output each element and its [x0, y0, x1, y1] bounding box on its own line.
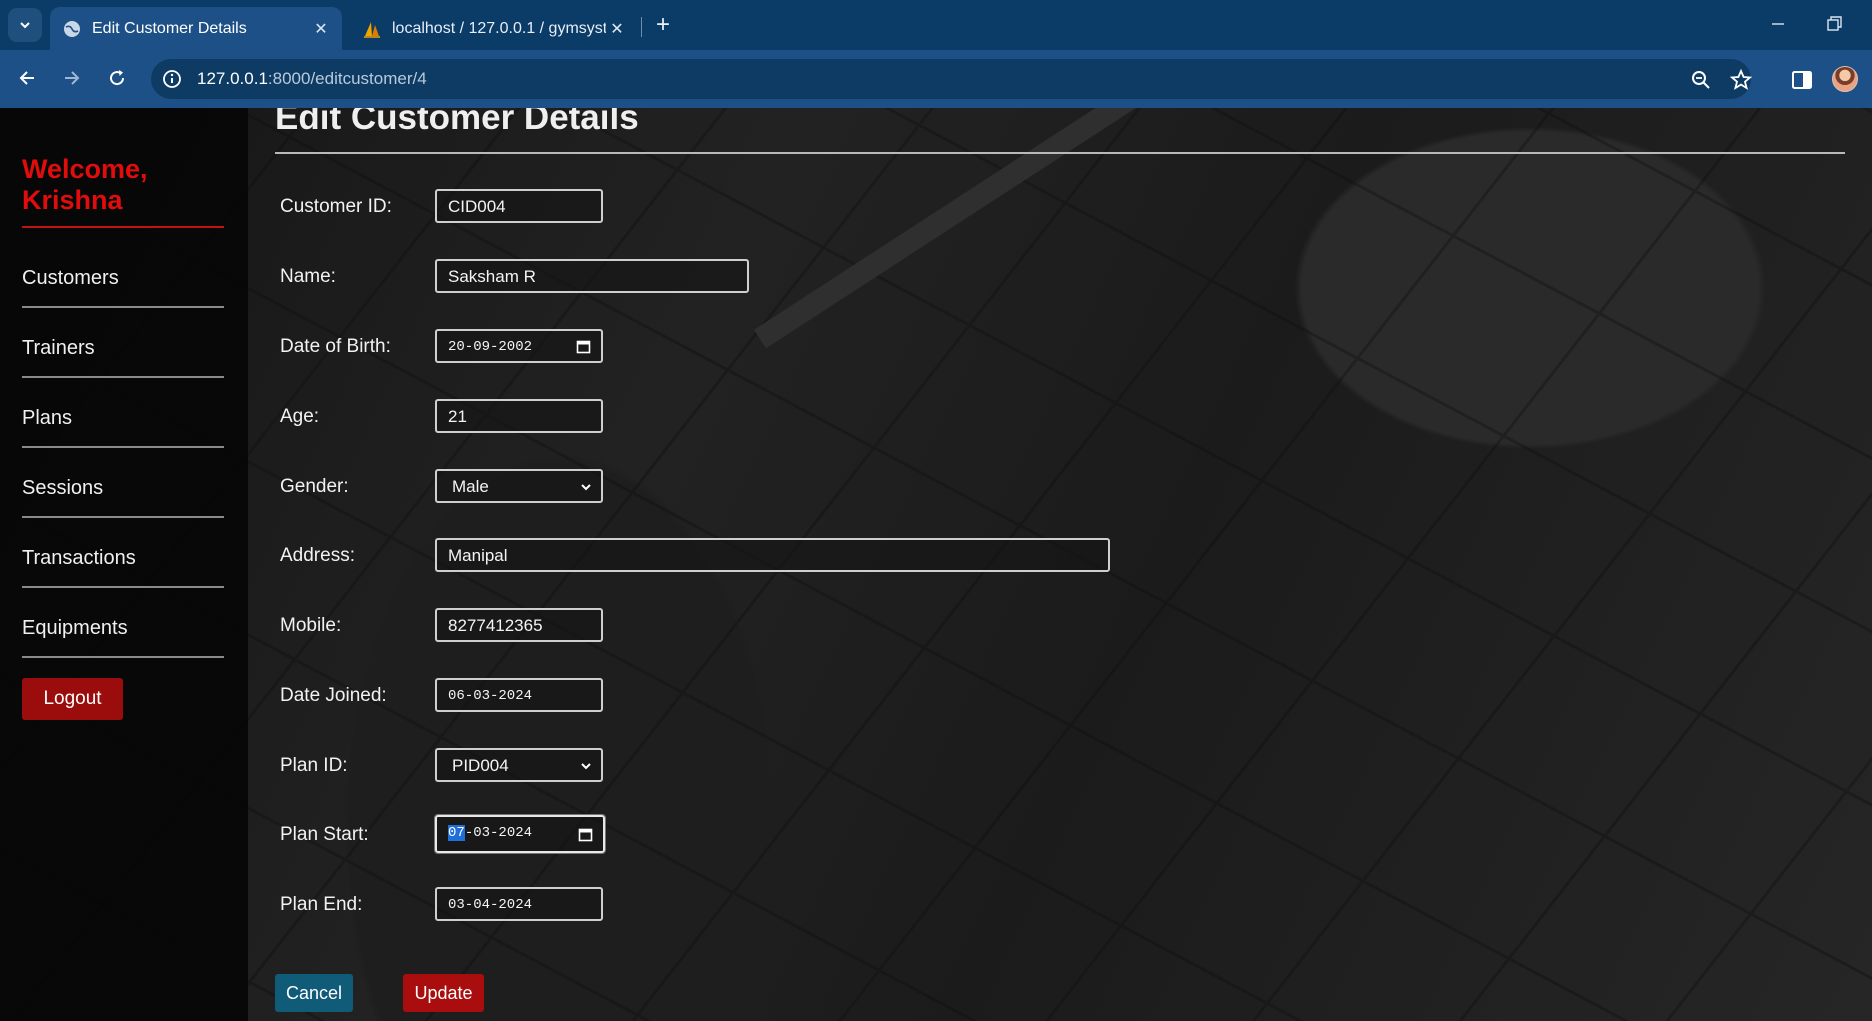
restore-icon[interactable]: [1824, 12, 1844, 36]
address-row: Address: Manipal: [280, 535, 1480, 575]
date-joined-input[interactable]: 06-03-2024: [435, 678, 603, 712]
url-host: 127.0.0.1: [197, 69, 268, 88]
browser-toolbar: 127.0.0.1:8000/editcustomer/4: [0, 50, 1872, 108]
side-panel-icon[interactable]: [1790, 69, 1814, 91]
url-path: :8000/editcustomer/4: [267, 69, 427, 88]
update-button[interactable]: Update: [403, 974, 484, 1012]
plan-start-rest: -03-2024: [464, 825, 533, 841]
tab-search-button[interactable]: [8, 8, 42, 42]
url-text: 127.0.0.1:8000/editcustomer/4: [197, 69, 427, 89]
tab-separator: [641, 17, 642, 37]
arrow-right-icon: [65, 71, 80, 85]
sidebar-item-customers[interactable]: Customers: [22, 238, 224, 308]
age-input[interactable]: 21: [435, 399, 603, 433]
sidebar-item-sessions[interactable]: Sessions: [22, 448, 224, 518]
dob-label: Date of Birth:: [280, 336, 391, 357]
plan-start-input[interactable]: 07-03-2024: [434, 814, 606, 854]
bookmark-star-icon[interactable]: [1729, 68, 1753, 92]
arrow-left-icon: [19, 71, 34, 85]
tab-phpmyadmin[interactable]: localhost / 127.0.0.1 / gymsyste ✕: [350, 7, 638, 50]
new-tab-button[interactable]: +: [650, 11, 676, 38]
age-row: Age: 21: [280, 396, 1480, 436]
main-content: Edit Customer Details Customer ID: CID00…: [248, 108, 1872, 1021]
globe-icon: [64, 20, 80, 37]
name-row: Name: Saksham R: [280, 256, 1480, 296]
sidebar-item-label: Plans: [22, 407, 73, 429]
plan-id-row: Plan ID: PID004: [280, 745, 1480, 785]
plan-start-row: Plan Start: 07-03-2024: [280, 814, 1480, 854]
cancel-button[interactable]: Cancel: [275, 974, 353, 1012]
date-joined-label: Date Joined:: [280, 685, 387, 706]
tab-edit-customer[interactable]: Edit Customer Details ✕: [50, 7, 342, 50]
plan-end-row: Plan End: 03-04-2024: [280, 884, 1480, 924]
zoom-icon[interactable]: [1689, 68, 1713, 92]
minimize-icon[interactable]: [1768, 12, 1788, 36]
calendar-icon[interactable]: [576, 339, 591, 354]
mobile-row: Mobile: 8277412365: [280, 605, 1480, 645]
chevron-down-icon: [581, 763, 591, 770]
sidebar: Welcome, Krishna Customers Trainers Plan…: [0, 108, 248, 1021]
plan-id-select[interactable]: PID004: [435, 748, 603, 782]
gender-label: Gender:: [280, 476, 349, 497]
date-joined-row: Date Joined: 06-03-2024: [280, 675, 1480, 715]
page-viewport: Welcome, Krishna Customers Trainers Plan…: [0, 108, 1872, 1021]
dob-input[interactable]: 20-09-2002: [435, 329, 603, 363]
sidebar-item-label: Trainers: [22, 337, 95, 359]
plan-id-label: Plan ID:: [280, 755, 348, 776]
calendar-icon[interactable]: [578, 827, 593, 842]
sidebar-item-label: Sessions: [22, 477, 104, 499]
name-input[interactable]: Saksham R: [435, 259, 749, 293]
sidebar-item-plans[interactable]: Plans: [22, 378, 224, 448]
tab-title: Edit Customer Details: [92, 19, 247, 37]
address-bar[interactable]: 127.0.0.1:8000/editcustomer/4: [151, 59, 1753, 99]
close-icon[interactable]: ✕: [606, 18, 628, 40]
sidebar-item-label: Customers: [22, 267, 119, 289]
back-button[interactable]: [11, 62, 43, 94]
sidebar-item-label: Equipments: [22, 617, 128, 639]
plan-id-value: PID004: [452, 756, 509, 775]
customer-id-input[interactable]: CID004: [435, 189, 603, 223]
mobile-input[interactable]: 8277412365: [435, 608, 603, 642]
sidebar-item-equipments[interactable]: Equipments: [22, 588, 224, 658]
profile-avatar[interactable]: [1832, 66, 1858, 92]
sidebar-item-label: Transactions: [22, 547, 136, 569]
customer-id-label: Customer ID:: [280, 196, 392, 217]
address-input[interactable]: Manipal: [435, 538, 1110, 572]
plan-end-label: Plan End:: [280, 894, 363, 915]
gender-select[interactable]: Male: [435, 469, 603, 503]
welcome-divider: [22, 226, 224, 228]
tab-title: localhost / 127.0.0.1 / gymsyste: [392, 19, 606, 37]
page-title: Edit Customer Details: [275, 108, 639, 137]
sidebar-item-trainers[interactable]: Trainers: [22, 308, 224, 378]
close-icon[interactable]: ✕: [310, 18, 332, 40]
chevron-down-icon: [20, 22, 30, 29]
gender-value: Male: [452, 477, 489, 496]
plan-start-label: Plan Start:: [280, 824, 369, 845]
address-label: Address:: [280, 545, 355, 566]
mobile-label: Mobile:: [280, 615, 342, 636]
info-icon[interactable]: [161, 68, 183, 90]
gender-row: Gender: Male: [280, 466, 1480, 506]
age-label: Age:: [280, 406, 320, 427]
sidebar-item-transactions[interactable]: Transactions: [22, 518, 224, 588]
customer-id-row: Customer ID: CID004: [280, 186, 1480, 226]
plan-start-day-selected[interactable]: 07: [448, 825, 465, 841]
reload-button[interactable]: [101, 62, 133, 94]
name-label: Name:: [280, 266, 336, 287]
browser-tab-bar: Edit Customer Details ✕ localhost / 127.…: [0, 0, 1872, 50]
chevron-down-icon: [581, 484, 591, 491]
dob-value: 20-09-2002: [448, 339, 533, 355]
title-divider: [275, 152, 1845, 154]
sailboat-icon: [364, 21, 380, 38]
forward-button[interactable]: [56, 62, 88, 94]
reload-icon: [110, 70, 125, 86]
plan-end-input[interactable]: 03-04-2024: [435, 887, 603, 921]
dob-row: Date of Birth: 20-09-2002: [280, 326, 1480, 366]
welcome-heading: Welcome, Krishna: [22, 154, 148, 215]
logout-button[interactable]: Logout: [22, 678, 123, 720]
